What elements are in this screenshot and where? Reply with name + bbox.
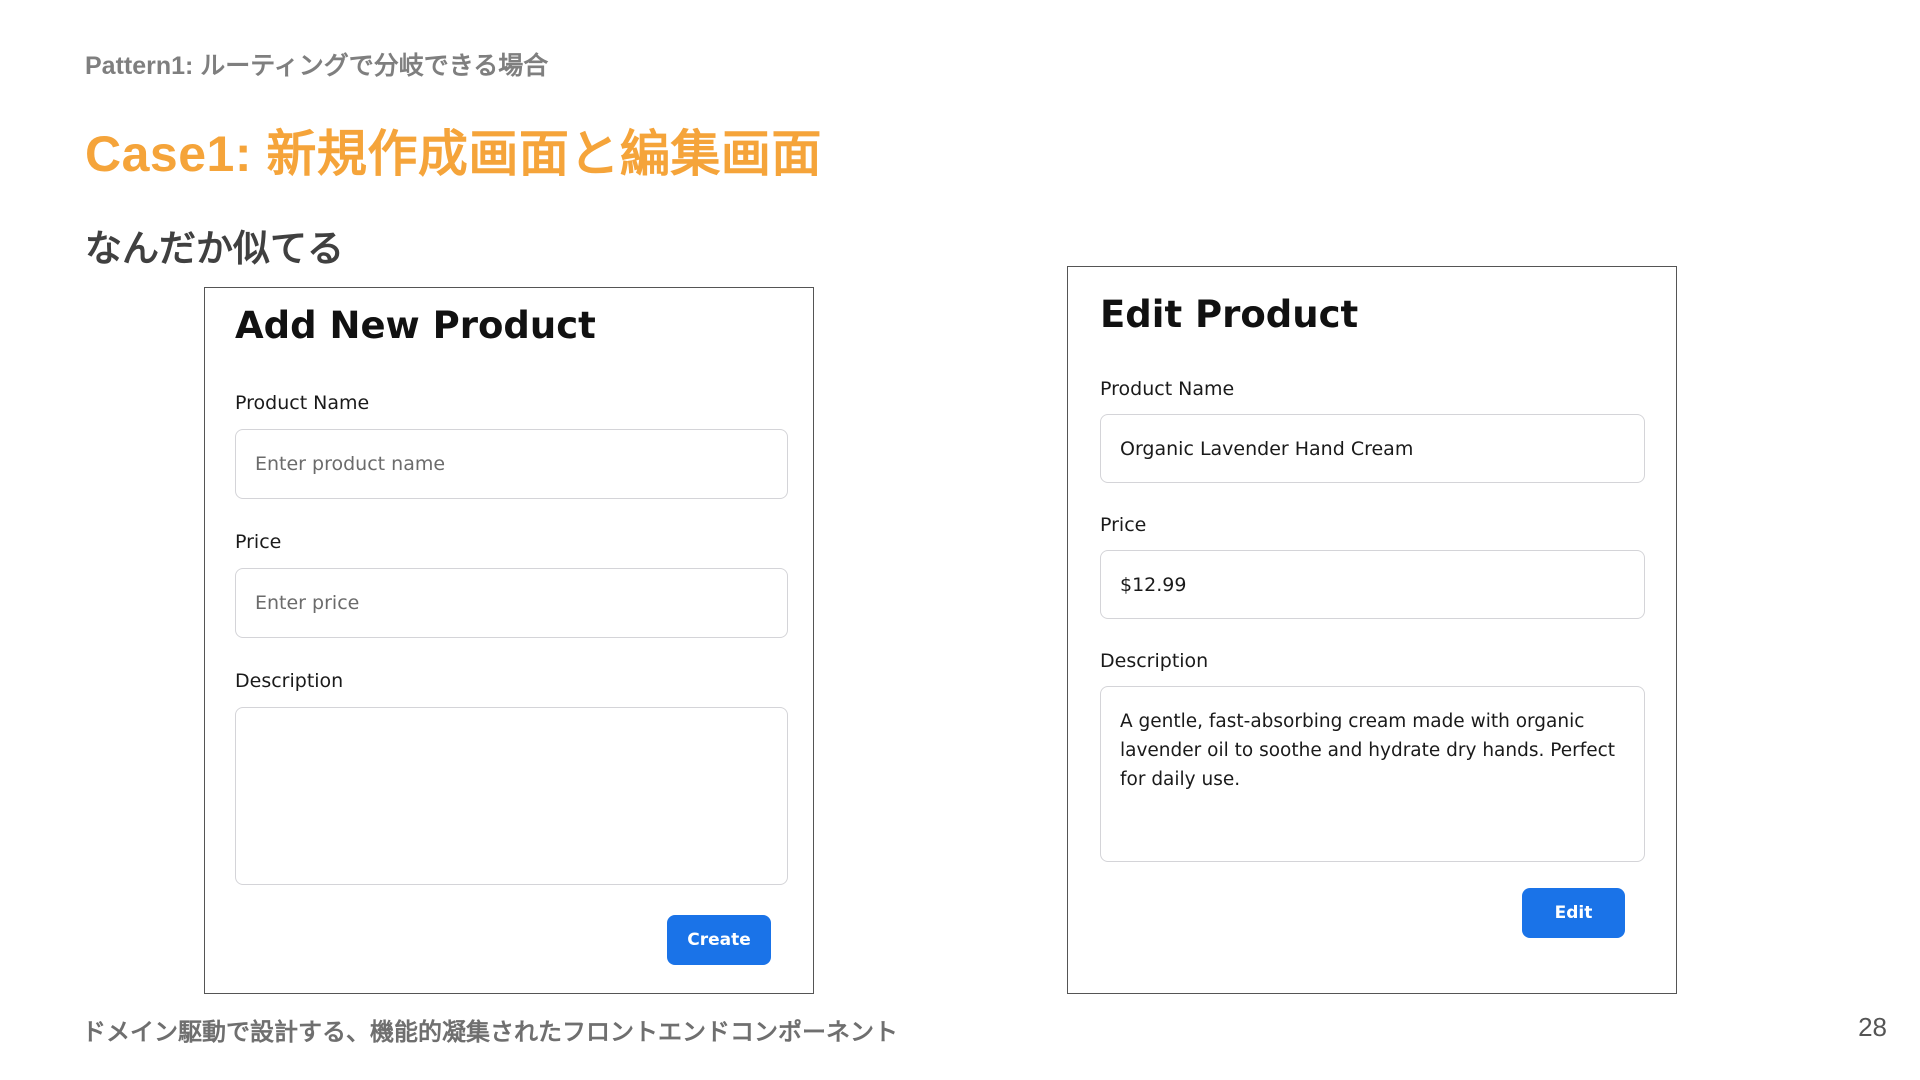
edit-form-title: Edit Product — [1100, 293, 1359, 336]
slide-subtitle: なんだか似てる — [85, 228, 344, 269]
slide-footer: ドメイン駆動で設計する、機能的凝集されたフロントエンドコンポーネント — [82, 1019, 898, 1046]
add-product-name-input[interactable]: Enter product name — [235, 429, 788, 499]
add-price-label: Price — [235, 531, 282, 553]
edit-product-form-panel: Edit Product Product Name Organic Lavend… — [1067, 266, 1677, 994]
edit-product-name-label: Product Name — [1100, 378, 1235, 400]
slide-title: Case1: 新規作成画面と編集画面 — [85, 126, 822, 182]
add-description-textarea[interactable] — [235, 707, 788, 885]
create-button[interactable]: Create — [667, 915, 771, 965]
edit-price-input[interactable]: $12.99 — [1100, 550, 1645, 619]
add-form-title: Add New Product — [235, 304, 596, 347]
edit-description-label: Description — [1100, 650, 1209, 672]
edit-button[interactable]: Edit — [1522, 888, 1625, 938]
add-product-name-label: Product Name — [235, 392, 370, 414]
edit-product-name-input[interactable]: Organic Lavender Hand Cream — [1100, 414, 1645, 483]
edit-price-label: Price — [1100, 514, 1147, 536]
add-description-label: Description — [235, 670, 344, 692]
edit-description-textarea[interactable]: A gentle, fast-absorbing cream made with… — [1100, 686, 1645, 862]
page-number: 28 — [1858, 1012, 1887, 1042]
slide-kicker: Pattern1: ルーティングで分岐できる場合 — [85, 52, 549, 80]
add-price-input[interactable]: Enter price — [235, 568, 788, 638]
add-product-form-panel: Add New Product Product Name Enter produ… — [204, 287, 814, 994]
